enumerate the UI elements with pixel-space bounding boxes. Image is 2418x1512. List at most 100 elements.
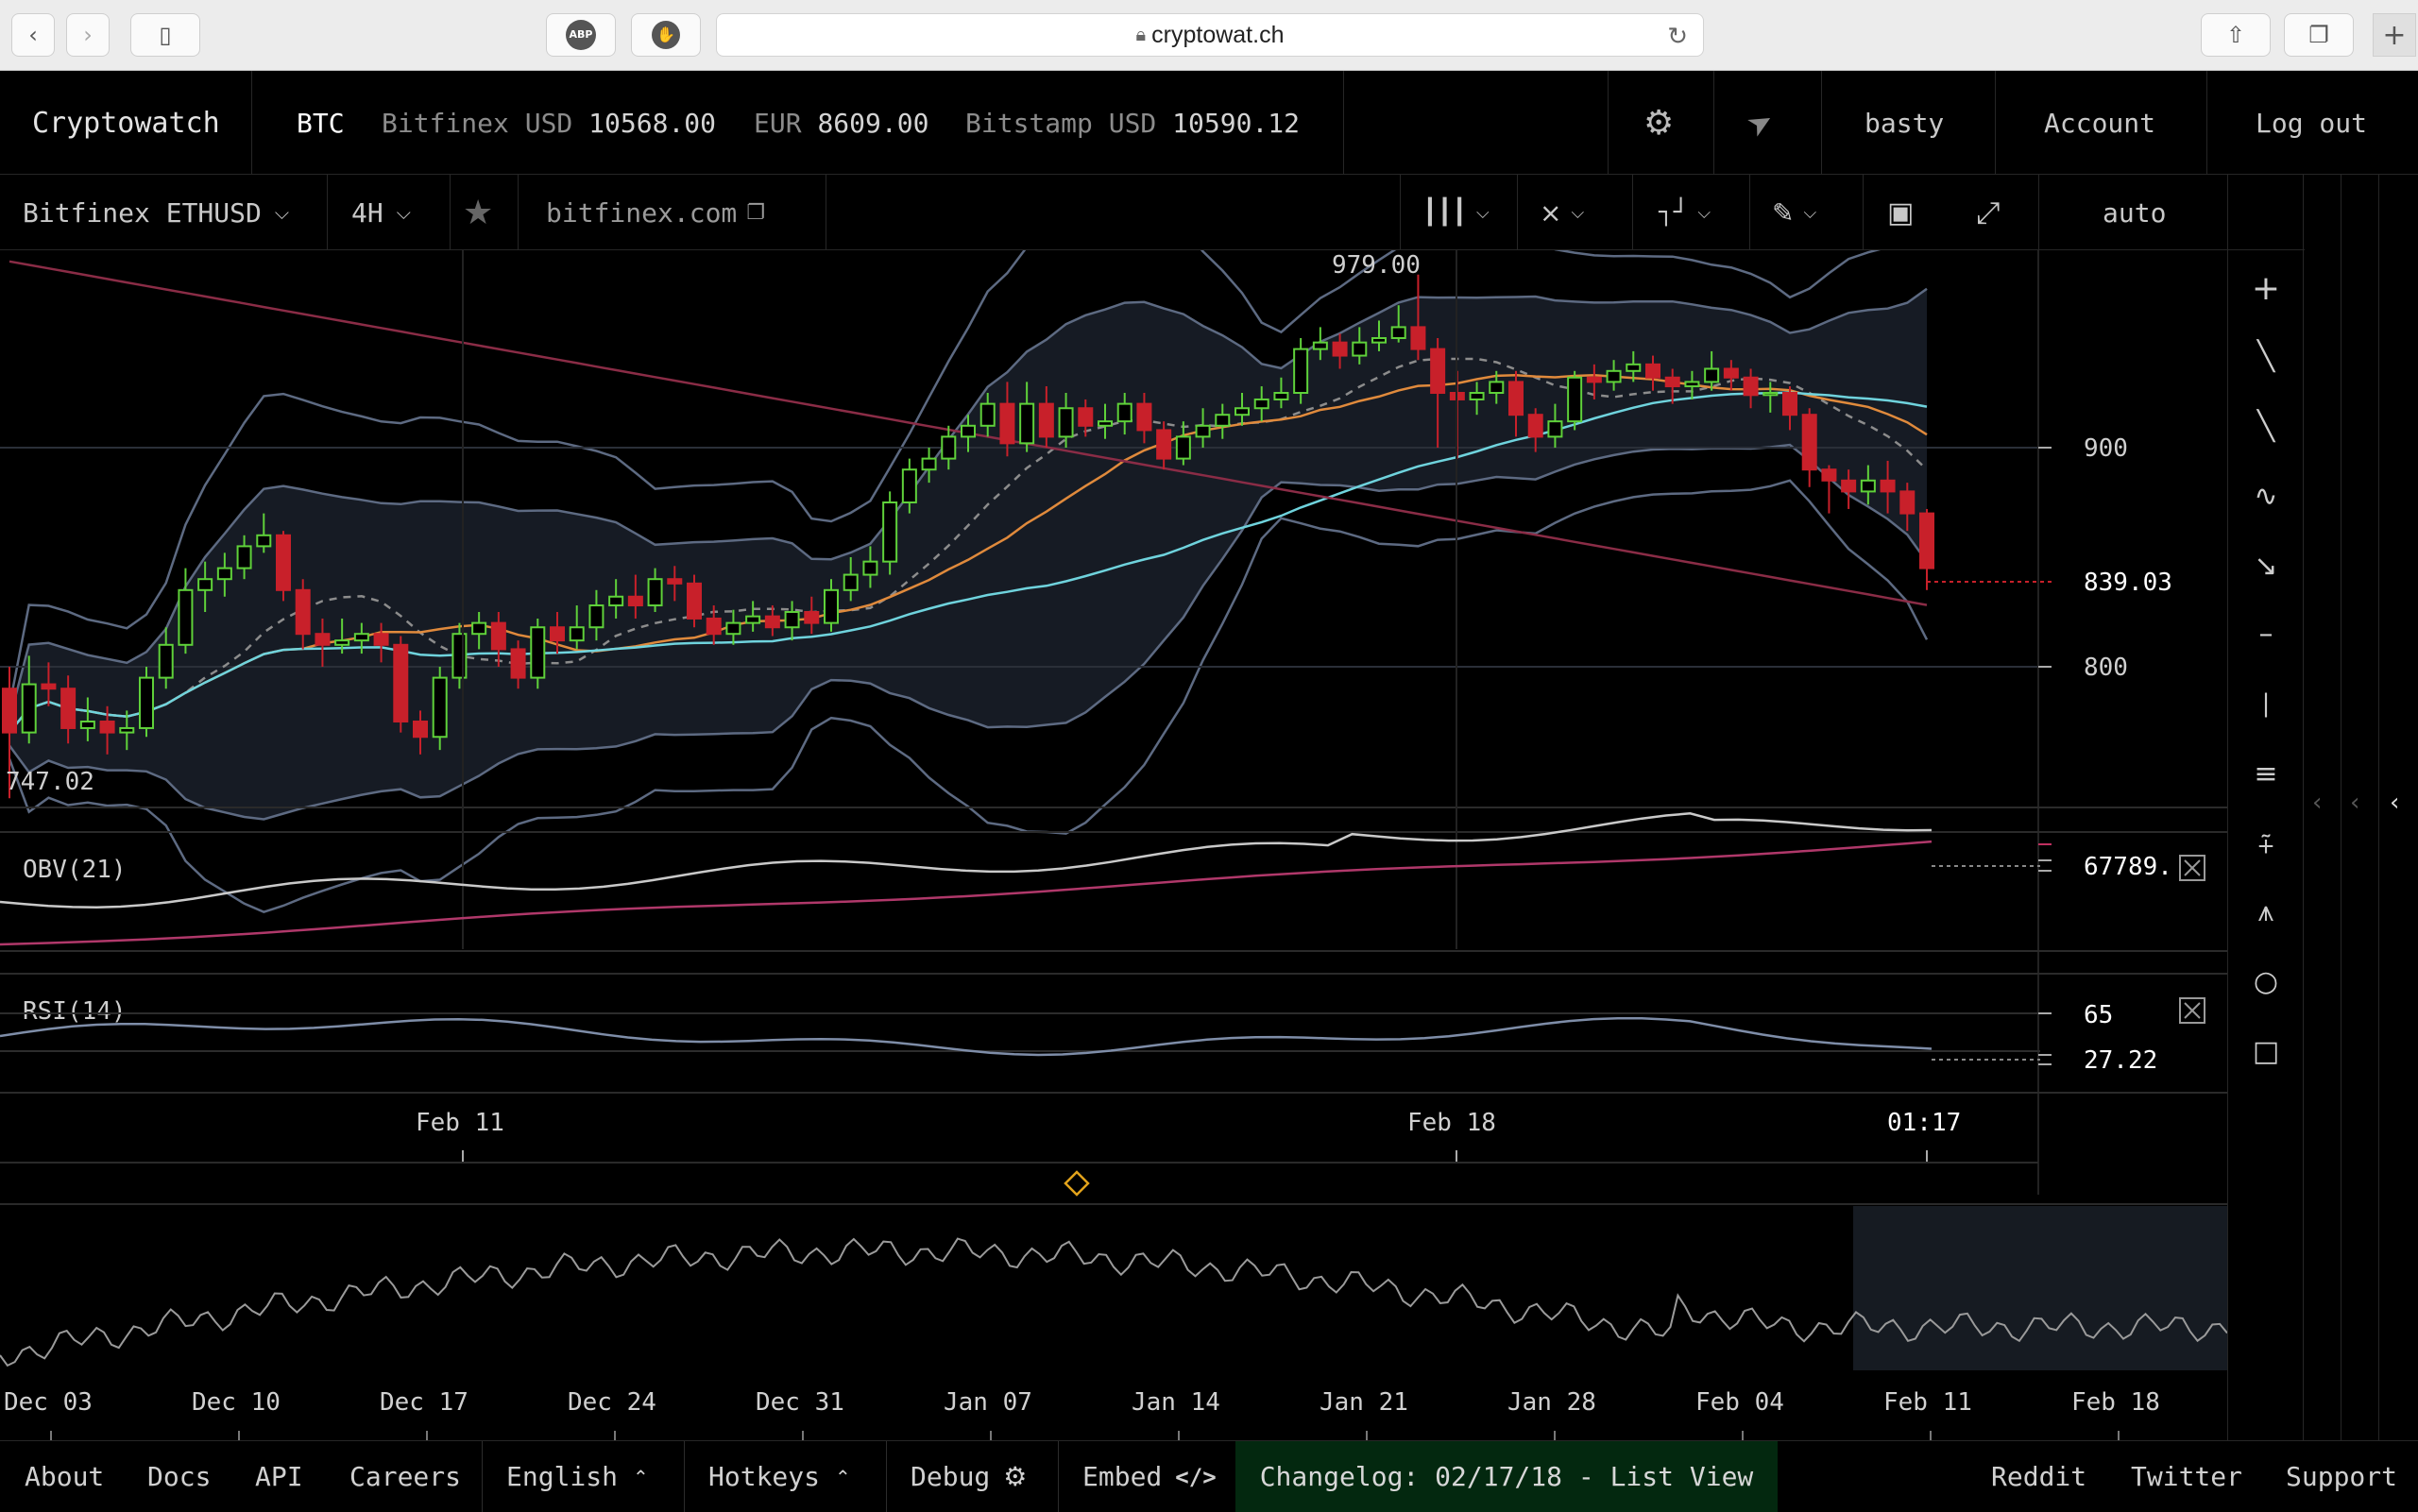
time-label-feb18: Feb 18 [1407, 1109, 1496, 1137]
candle [432, 667, 448, 751]
logout-link[interactable]: Log out [2256, 71, 2367, 175]
ticker-eur[interactable]: EUR 8609.00 [754, 71, 928, 175]
adblock-extension-icon[interactable]: ABP [546, 13, 616, 57]
debug-button[interactable]: Debug ⚙ [911, 1441, 1027, 1512]
chart-type-candles-icon[interactable]: ┃┃┃ ⌵ [1422, 175, 1490, 250]
vertical-line-icon[interactable]: | [2228, 675, 2304, 732]
ticker-bitfinex[interactable]: Bitfinex USD 10568.00 [382, 71, 716, 175]
reload-icon[interactable]: ↻ [1667, 22, 1688, 51]
trend-line-icon[interactable]: ╲ [2228, 328, 2304, 384]
chart-toolbar: Bitfinex ETHUSD ⌵ 4H ⌵ ★ bitfinex.com ❐ … [0, 175, 2305, 250]
overview-date-label: Jan 14 [1132, 1388, 1220, 1417]
footer-twitter-link[interactable]: Twitter [2131, 1441, 2242, 1512]
expand-panel-icon[interactable]: ‹ [2312, 789, 2322, 817]
arrow-line-icon[interactable]: ↘ [2228, 537, 2304, 594]
expand-panel-icon[interactable]: ‹ [2350, 789, 2359, 817]
rsi-value-last: 27.22 [2084, 1046, 2157, 1075]
last-price-label: 839.03 [2084, 569, 2172, 597]
tabs-icon[interactable]: ❐ [2284, 13, 2354, 57]
chevron-down-icon: ⌵ [396, 201, 411, 224]
indicators-icon[interactable]: ⨯ ⌵ [1540, 175, 1584, 250]
footer-about-link[interactable]: About [25, 1441, 104, 1512]
overview-date-label: Dec 24 [568, 1388, 656, 1417]
pitchfork-icon[interactable]: ⩚ [2228, 883, 2304, 940]
chevron-up-icon: ⌃ [835, 1465, 851, 1488]
drawing-tools-rail: + ╲ ╲ ∿ ↘ – | ≡ ⨤ ⩚ ○ □ [2227, 175, 2303, 1440]
notification-bell-icon[interactable]: ➤ [1723, 72, 1796, 175]
depth-chart-icon[interactable]: ┐┘ ⌵ [1659, 175, 1711, 250]
market-selector[interactable]: Bitfinex ETHUSD ⌵ [23, 175, 289, 250]
parallel-lines-icon[interactable]: ≡ [2228, 745, 2304, 802]
favorite-star-icon[interactable]: ★ [463, 175, 493, 250]
overview-date-label: Feb 04 [1695, 1388, 1784, 1417]
candle [882, 491, 898, 575]
embed-button[interactable]: Embed </> [1082, 1441, 1217, 1512]
low-price-label: 747.02 [6, 768, 94, 796]
hotkeys-menu[interactable]: Hotkeys ⌃ [708, 1441, 851, 1512]
overview-date-label: Dec 17 [380, 1388, 468, 1417]
footer-docs-link[interactable]: Docs [147, 1441, 211, 1512]
ray-line-icon[interactable]: ╲ [2228, 398, 2304, 454]
exchange-link[interactable]: bitfinex.com ❐ [546, 175, 765, 250]
fan-lines-icon[interactable]: ⨤ [2228, 815, 2304, 872]
overview-date-label: Feb 18 [2071, 1388, 2160, 1417]
overview-date-label: Feb 11 [1883, 1388, 1972, 1417]
screenshot-chart-icon[interactable]: ▣ [1887, 175, 1914, 250]
overview-date-label: Jan 07 [944, 1388, 1032, 1417]
horizontal-line-icon[interactable]: – [2228, 605, 2304, 662]
footer: About Docs API Careers English ⌃ Hotkeys ⌃… [0, 1440, 2418, 1512]
obv-label: OBV(21) [23, 856, 127, 884]
new-tab-icon[interactable]: + [2373, 13, 2416, 57]
crosshair-plus-icon[interactable]: + [2228, 260, 2304, 316]
settings-gear-icon[interactable]: ⚙ [1643, 71, 1674, 175]
footer-api-link[interactable]: API [255, 1441, 303, 1512]
stop-extension-icon[interactable]: ✋ [631, 13, 701, 57]
overview-date-label: Jan 21 [1320, 1388, 1408, 1417]
candle [1567, 370, 1583, 431]
time-label-feb11: Feb 11 [416, 1109, 504, 1137]
sidebar-toggle-icon[interactable]: ▯ [130, 13, 200, 57]
rectangle-tool-icon[interactable]: □ [2228, 1023, 2304, 1079]
footer-reddit-link[interactable]: Reddit [1991, 1441, 2086, 1512]
back-icon[interactable]: ‹ [11, 13, 55, 57]
footer-support-link[interactable]: Support [2286, 1441, 2397, 1512]
candle [530, 618, 546, 689]
forward-icon[interactable]: › [66, 13, 110, 57]
high-price-label: 979.00 [1332, 251, 1421, 280]
brand-logo[interactable]: Cryptowatch [32, 71, 220, 175]
overview-date-label: Dec 03 [4, 1388, 93, 1417]
footer-careers-link[interactable]: Careers [349, 1441, 461, 1512]
changelog-banner[interactable]: Changelog: 02/17/18 - List View [1235, 1441, 1778, 1512]
chevron-down-icon: ⌵ [274, 201, 290, 224]
browser-chrome: ‹ › ▯ ABP ✋ 🔒︎ cryptowat.ch ↻ ⇧ ❐ + [0, 0, 2418, 71]
drawing-pencil-icon[interactable]: ✎ ⌵ [1772, 175, 1816, 250]
candle [687, 574, 702, 628]
chevron-up-icon: ⌃ [633, 1465, 649, 1488]
overview-selection-window[interactable] [1853, 1206, 2227, 1370]
language-selector[interactable]: English ⌃ [506, 1441, 649, 1512]
expand-panel-icon[interactable]: ‹ [2390, 789, 2399, 817]
obv-value: 67789. [2084, 853, 2172, 881]
rsi-pane[interactable]: RSI(14) 65 27.22 [0, 997, 2205, 1075]
app-header: Cryptowatch BTC Bitfinex USD 10568.00 EU… [0, 71, 2418, 175]
fullscreen-icon[interactable]: ⤢ [1976, 175, 2001, 250]
rsi-label: RSI(14) [23, 997, 127, 1026]
period-selector[interactable]: 4H ⌵ [351, 175, 411, 250]
currency-selector[interactable]: BTC [297, 71, 345, 175]
account-link[interactable]: Account [2044, 71, 2155, 175]
address-bar[interactable]: 🔒︎ cryptowat.ch ↻ [716, 13, 1704, 57]
rsi-value-65: 65 [2084, 1001, 2113, 1029]
obv-pane[interactable]: OBV(21) 67789. [0, 812, 2205, 946]
freehand-icon[interactable]: ∿ [2228, 467, 2304, 524]
event-marker-icon[interactable] [1064, 1170, 1090, 1197]
price-tick-800: 800 [2084, 654, 2128, 682]
circle-tool-icon[interactable]: ○ [2228, 953, 2304, 1010]
overview-navigator[interactable]: Dec 03 Dec 10 Dec 17 Dec 24 Dec 31 Jan 07 Jan … [0, 1206, 2227, 1440]
time-label-now: 01:17 [1887, 1109, 1961, 1137]
price-chart[interactable]: 979.00 747.02 900 800 839.03 OBV(21) 677… [0, 250, 2227, 1440]
username-link[interactable]: basty [1865, 71, 1944, 175]
scale-auto-button[interactable]: auto [2103, 175, 2166, 250]
external-link-icon: ❐ [746, 200, 766, 225]
share-icon[interactable]: ⇧ [2201, 13, 2271, 57]
ticker-bitstamp[interactable]: Bitstamp USD 10590.12 [965, 71, 1300, 175]
